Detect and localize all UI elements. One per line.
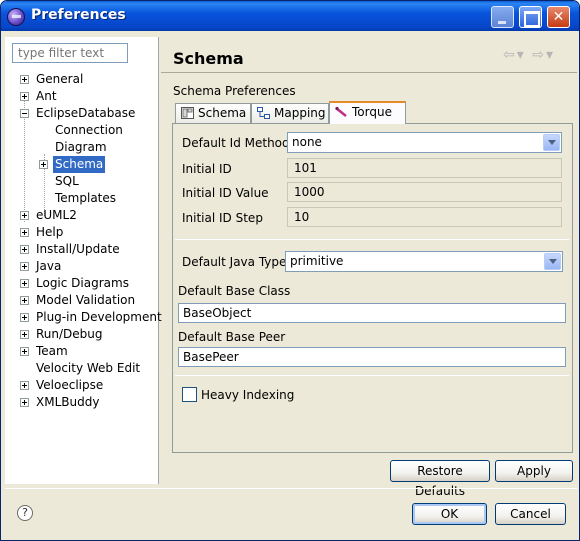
default-java-type-select[interactable]: primitive <box>285 251 563 272</box>
select-value: primitive <box>290 254 344 268</box>
default-base-class-label: Default Base Class <box>178 284 291 298</box>
tab-mapping[interactable]: Mapping <box>251 103 329 123</box>
expand-plus-icon[interactable] <box>39 160 48 169</box>
expand-plus-icon[interactable] <box>20 347 29 356</box>
tab-torque[interactable]: Torque <box>329 101 406 124</box>
expand-plus-icon[interactable] <box>20 75 29 84</box>
forward-arrow-icon[interactable]: ⇨▾ <box>532 47 555 63</box>
expand-plus-icon[interactable] <box>20 398 29 407</box>
close-button[interactable] <box>547 6 570 28</box>
tree-item-label: Java <box>36 259 62 273</box>
collapse-minus-icon[interactable] <box>20 109 29 118</box>
expand-plus-icon[interactable] <box>20 330 29 339</box>
tree-item-label: Schema <box>53 156 106 173</box>
tree-item-label: Logic Diagrams <box>36 276 129 290</box>
tree-item-label: Templates <box>55 191 117 205</box>
ok-button[interactable]: OK <box>412 503 487 525</box>
tree-item-label: Ant <box>36 89 57 103</box>
window-title: Preferences <box>31 7 126 23</box>
tab-schema[interactable]: Schema <box>175 103 251 123</box>
minimize-button[interactable] <box>491 6 514 28</box>
eclipse-app-icon <box>7 8 25 26</box>
tree-item-label: Team <box>36 344 68 358</box>
filter-input[interactable] <box>12 43 128 63</box>
expand-plus-icon[interactable] <box>20 313 29 322</box>
expand-plus-icon[interactable] <box>20 279 29 288</box>
expand-plus-icon[interactable] <box>20 228 29 237</box>
chevron-down-icon[interactable] <box>544 253 561 270</box>
default-id-method-select[interactable]: none <box>287 132 562 153</box>
tree-item-label: Velocity Web Edit <box>36 361 141 375</box>
torque-tab-icon <box>335 106 347 117</box>
section-label: Schema Preferences <box>173 84 296 98</box>
tab-label: Schema <box>198 106 247 120</box>
initial-id-value-label: Initial ID Value <box>182 186 269 200</box>
tree-item-label: XMLBuddy <box>36 395 100 409</box>
initial-id-step-field[interactable]: 10 <box>287 207 562 227</box>
default-java-type-label: Default Java Type <box>182 255 287 269</box>
initial-id-value-field[interactable]: 1000 <box>287 182 562 202</box>
initial-id-field[interactable]: 101 <box>287 158 562 178</box>
tree-item-label: Plug-in Development <box>36 310 162 324</box>
title-bar[interactable]: Preferences <box>1 1 579 31</box>
tree-item-label: Help <box>36 225 64 239</box>
chevron-down-icon[interactable] <box>543 134 560 151</box>
default-base-peer-input[interactable]: BasePeer <box>178 347 566 367</box>
header-divider <box>161 72 577 73</box>
help-icon[interactable]: ? <box>17 505 33 521</box>
tree-item-label: General <box>36 72 84 86</box>
tab-label: Torque <box>352 105 392 119</box>
initial-id-label: Initial ID <box>182 162 232 176</box>
preference-tree-pane: General Ant EclipseDatabase Connection D… <box>5 37 162 484</box>
divider <box>175 239 569 240</box>
tree-item-label: Model Validation <box>36 293 136 307</box>
tree-item-label: EclipseDatabase <box>36 106 136 120</box>
heavy-indexing-label: Heavy Indexing <box>201 388 295 402</box>
tree-item-label: Connection <box>55 123 123 137</box>
tree-item-label: Run/Debug <box>36 327 103 341</box>
tree-item-label: Veloeclipse <box>36 378 104 392</box>
default-id-method-label: Default Id Method <box>182 136 290 150</box>
default-base-peer-label: Default Base Peer <box>178 330 286 344</box>
cancel-button[interactable]: Cancel <box>495 503 566 525</box>
initial-id-step-label: Initial ID Step <box>182 211 263 225</box>
footer-divider <box>5 488 577 489</box>
expand-plus-icon[interactable] <box>20 381 29 390</box>
expand-plus-icon[interactable] <box>20 245 29 254</box>
tree-item-label: Diagram <box>55 140 107 154</box>
heavy-indexing-checkbox[interactable] <box>182 387 197 402</box>
divider <box>175 375 569 376</box>
tab-label: Mapping <box>274 106 326 120</box>
tree-item-label: Install/Update <box>36 242 120 256</box>
expand-plus-icon[interactable] <box>20 92 29 101</box>
select-value: none <box>292 135 322 149</box>
page-title: Schema <box>173 49 244 68</box>
history-navigation: ⇦▾ ⇨▾ <box>503 47 555 63</box>
restore-defaults-button[interactable]: Restore Defaults <box>390 460 490 498</box>
expand-plus-icon[interactable] <box>20 296 29 305</box>
tree-item-label: eUML2 <box>36 208 77 222</box>
expand-plus-icon[interactable] <box>20 211 29 220</box>
preferences-window: Preferences General Ant EclipseDatabase <box>0 0 580 541</box>
apply-button[interactable]: Apply <box>495 460 573 482</box>
default-base-class-input[interactable]: BaseObject <box>178 303 566 323</box>
back-arrow-icon[interactable]: ⇦▾ <box>503 47 526 63</box>
expand-plus-icon[interactable] <box>20 262 29 271</box>
maximize-button[interactable] <box>519 6 542 28</box>
mapping-tab-icon <box>257 107 270 119</box>
schema-tab-icon <box>181 107 194 119</box>
tree-item-label: SQL <box>55 174 79 188</box>
